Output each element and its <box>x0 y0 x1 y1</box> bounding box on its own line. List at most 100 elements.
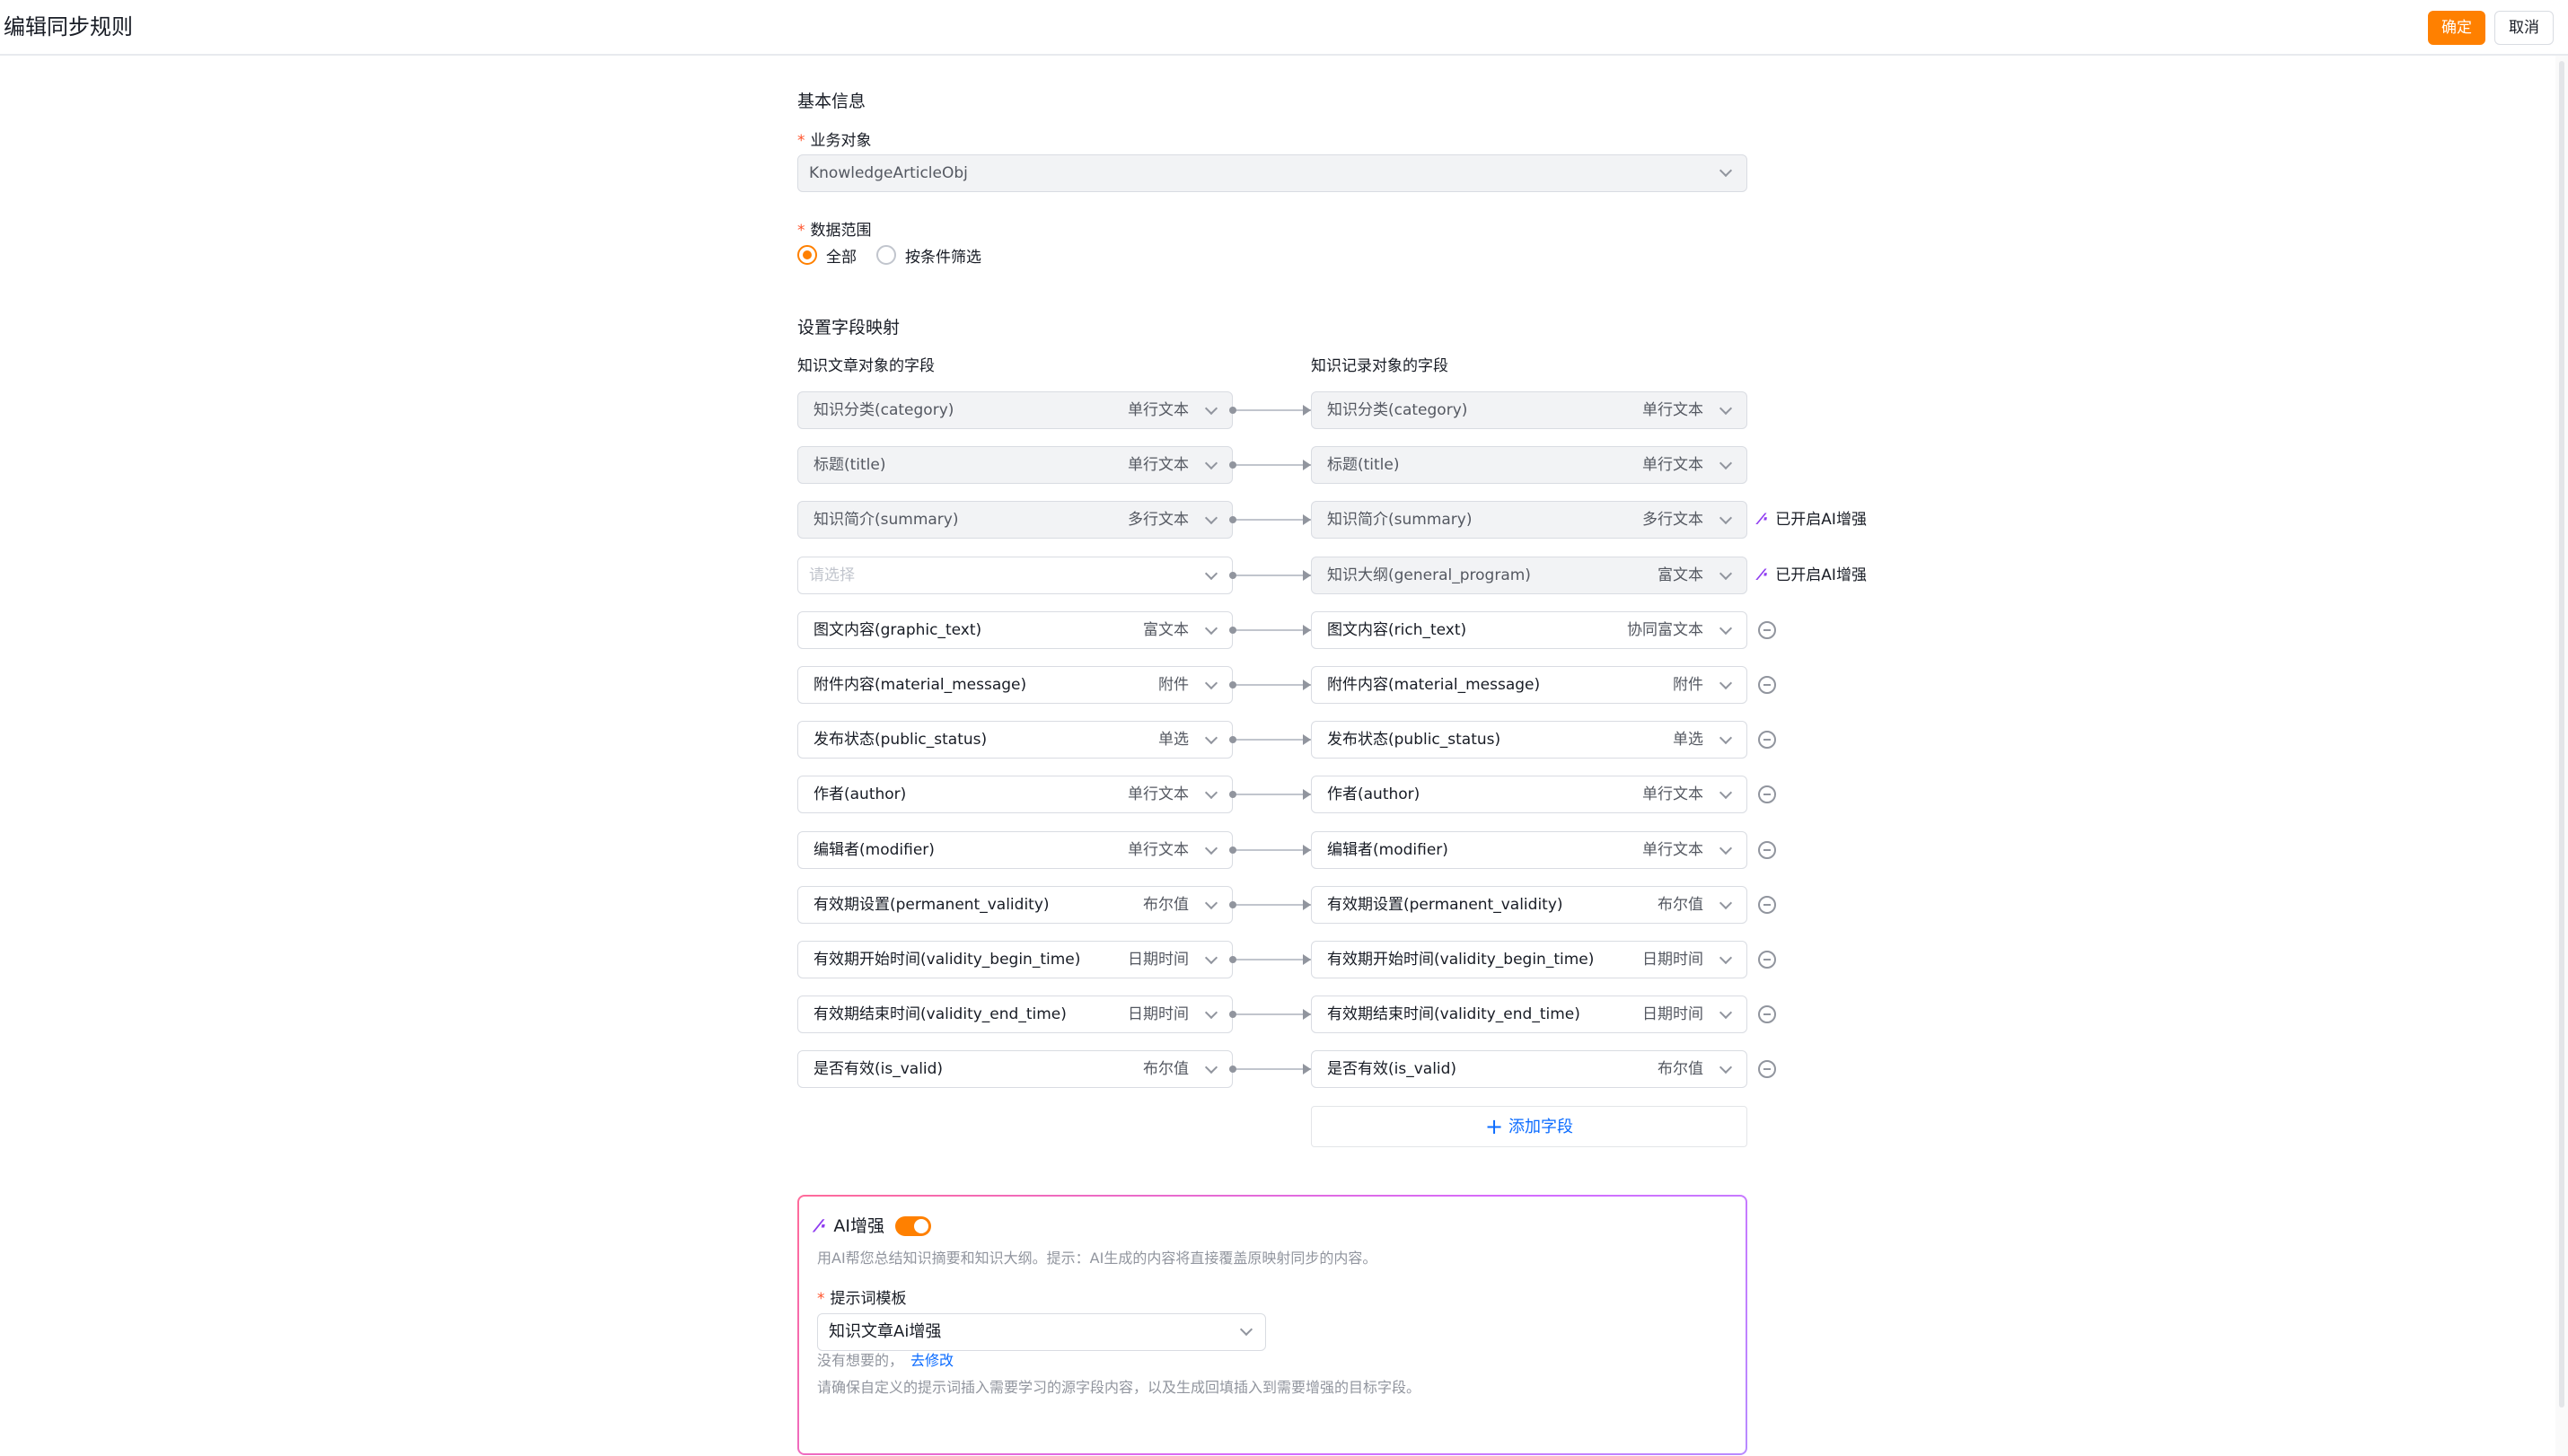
remove-row-icon[interactable] <box>1758 785 1776 804</box>
business-object-select[interactable]: KnowledgeArticleObj <box>797 154 1747 192</box>
remove-row-icon[interactable] <box>1758 1060 1776 1079</box>
source-field-select[interactable]: 有效期设置(permanent_validity) 布尔值 <box>797 885 1233 924</box>
chevron-down-icon <box>1239 1322 1253 1337</box>
source-field-select[interactable]: 附件内容(material_message) 附件 <box>797 666 1233 704</box>
mapping-row: 有效期开始时间(validity_begin_time) 日期时间 有效期开始时… <box>797 941 1893 978</box>
connector-dot <box>1229 736 1236 744</box>
arrow-right-icon <box>1303 1064 1311 1075</box>
connector-dot <box>1229 461 1236 469</box>
remove-row-icon[interactable] <box>1758 951 1776 969</box>
source-field-select[interactable]: 知识分类(category) 单行文本 <box>797 391 1233 429</box>
right-field-name: 图文内容(rich_text) <box>1327 620 1467 639</box>
arrow-right-icon <box>1303 789 1311 801</box>
mapping-connector <box>1233 959 1311 960</box>
right-field-type: 布尔值 <box>1658 1060 1703 1079</box>
ai-enhance-panel: ⁄· AI增强 用AI帮您总结知识摘要和知识大纲。提示：AI生成的内容将直接覆盖… <box>797 1195 1747 1455</box>
mapping-row: 有效期结束时间(validity_end_time) 日期时间 有效期结束时间(… <box>797 996 1893 1034</box>
left-column-header: 知识文章对象的字段 <box>797 357 935 375</box>
add-field-label: 添加字段 <box>1508 1118 1574 1136</box>
arrow-right-icon <box>1303 1009 1311 1021</box>
mapping-row: 知识简介(summary) 多行文本 知识简介(summary) 多行文本 ⁄·… <box>797 501 1893 539</box>
right-field-name: 作者(author) <box>1327 785 1420 804</box>
chevron-down-icon <box>1204 841 1218 855</box>
remove-row-icon[interactable] <box>1758 1005 1776 1024</box>
mapping-row: 作者(author) 单行文本 作者(author) 单行文本 <box>797 776 1893 814</box>
connector-dot <box>1229 681 1236 689</box>
source-field-select[interactable]: 有效期结束时间(validity_end_time) 日期时间 <box>797 996 1233 1034</box>
add-field-button[interactable]: + 添加字段 <box>1311 1106 1747 1147</box>
cancel-button[interactable]: 取消 <box>2494 11 2554 45</box>
left-field-type: 布尔值 <box>1143 895 1189 914</box>
arrow-right-icon <box>1303 569 1311 581</box>
left-field-name: 有效期设置(permanent_validity) <box>813 895 1050 914</box>
radio-all[interactable] <box>797 245 817 265</box>
connector-dot <box>1229 900 1236 908</box>
source-field-select[interactable]: 有效期开始时间(validity_begin_time) 日期时间 <box>797 941 1233 978</box>
source-field-select[interactable]: 作者(author) 单行文本 <box>797 776 1233 814</box>
mapping-section-title: 设置字段映射 <box>797 318 901 338</box>
chevron-down-icon <box>1204 621 1218 635</box>
target-field-select[interactable]: 发布状态(public_status) 单选 <box>1311 721 1747 759</box>
left-field-type: 单行文本 <box>1128 840 1189 859</box>
mapping-connector <box>1233 1068 1311 1071</box>
target-field-select[interactable]: 有效期设置(permanent_validity) 布尔值 <box>1311 885 1747 924</box>
mapping-connector <box>1233 903 1311 906</box>
modify-link[interactable]: 去修改 <box>910 1352 954 1369</box>
target-field-select[interactable]: 作者(author) 单行文本 <box>1311 776 1747 814</box>
chevron-down-icon <box>1719 951 1733 965</box>
source-field-select[interactable]: 是否有效(is_valid) 布尔值 <box>797 1050 1233 1089</box>
mapping-row: 附件内容(material_message) 附件 附件内容(material_… <box>797 666 1893 704</box>
target-field-select[interactable]: 是否有效(is_valid) 布尔值 <box>1311 1050 1747 1089</box>
left-field-type: 日期时间 <box>1128 1005 1189 1024</box>
ai-toggle[interactable] <box>895 1216 931 1236</box>
ai-note: 请确保自定义的提示词插入需要学习的源字段内容，以及生成回填插入到需要增强的目标字… <box>817 1379 1421 1396</box>
target-field-select[interactable]: 知识简介(summary) 多行文本 <box>1311 501 1747 539</box>
scrollbar[interactable] <box>2555 56 2568 1456</box>
remove-row-icon[interactable] <box>1758 620 1776 639</box>
left-field-name: 有效期结束时间(validity_end_time) <box>813 1005 1067 1024</box>
target-field-select[interactable]: 有效期结束时间(validity_end_time) 日期时间 <box>1311 996 1747 1034</box>
target-field-select[interactable]: 编辑者(modifier) 单行文本 <box>1311 830 1747 869</box>
left-field-type: 附件 <box>1158 676 1189 694</box>
plus-icon: + <box>1484 1114 1504 1139</box>
remove-row-icon[interactable] <box>1758 895 1776 914</box>
source-field-select[interactable]: 知识简介(summary) 多行文本 <box>797 501 1233 539</box>
remove-row-icon[interactable] <box>1758 840 1776 859</box>
radio-filter[interactable] <box>876 245 896 265</box>
source-field-select[interactable]: 请选择 <box>797 556 1233 594</box>
remove-row-icon[interactable] <box>1758 731 1776 750</box>
source-field-select[interactable]: 标题(title) 单行文本 <box>797 446 1233 485</box>
confirm-button[interactable]: 确定 <box>2428 11 2485 45</box>
radio-all-label[interactable]: 全部 <box>826 244 857 267</box>
target-field-select[interactable]: 附件内容(material_message) 附件 <box>1311 666 1747 704</box>
source-field-select[interactable]: 图文内容(graphic_text) 富文本 <box>797 610 1233 649</box>
chevron-down-icon <box>1204 1061 1218 1074</box>
chevron-down-icon <box>1204 401 1218 416</box>
right-field-type: 日期时间 <box>1642 951 1703 969</box>
target-field-select[interactable]: 有效期开始时间(validity_begin_time) 日期时间 <box>1311 941 1747 978</box>
right-field-name: 发布状态(public_status) <box>1327 731 1501 750</box>
source-field-select[interactable]: 编辑者(modifier) 单行文本 <box>797 830 1233 869</box>
ai-description: 用AI帮您总结知识摘要和知识大纲。提示：AI生成的内容将直接覆盖原映射同步的内容… <box>817 1250 1377 1267</box>
ai-sparkle-icon: ⁄· <box>817 1216 827 1236</box>
left-field-name: 是否有效(is_valid) <box>813 1060 944 1079</box>
right-field-name: 标题(title) <box>1327 456 1400 475</box>
prompt-template-select[interactable]: 知识文章Ai增强 <box>817 1313 1266 1351</box>
chevron-down-icon <box>1204 951 1218 965</box>
right-field-type: 附件 <box>1673 676 1703 694</box>
ai-sparkle-icon: ⁄· <box>1760 511 1769 530</box>
chevron-down-icon <box>1719 566 1733 580</box>
target-field-select[interactable]: 标题(title) 单行文本 <box>1311 446 1747 485</box>
source-field-select[interactable]: 发布状态(public_status) 单选 <box>797 721 1233 759</box>
target-field-select[interactable]: 知识大纲(general_program) 富文本 <box>1311 556 1747 594</box>
remove-row-icon[interactable] <box>1758 676 1776 694</box>
radio-filter-label[interactable]: 按条件筛选 <box>905 244 981 267</box>
target-field-select[interactable]: 图文内容(rich_text) 协同富文本 <box>1311 610 1747 649</box>
required-mark: * <box>797 132 805 150</box>
chevron-down-icon <box>1204 676 1218 690</box>
mapping-connector <box>1233 628 1311 631</box>
chevron-down-icon <box>1204 1006 1218 1020</box>
scrollbar-thumb[interactable] <box>2559 61 2564 1408</box>
target-field-select[interactable]: 知识分类(category) 单行文本 <box>1311 391 1747 429</box>
object-label: * 业务对象 <box>797 130 872 152</box>
